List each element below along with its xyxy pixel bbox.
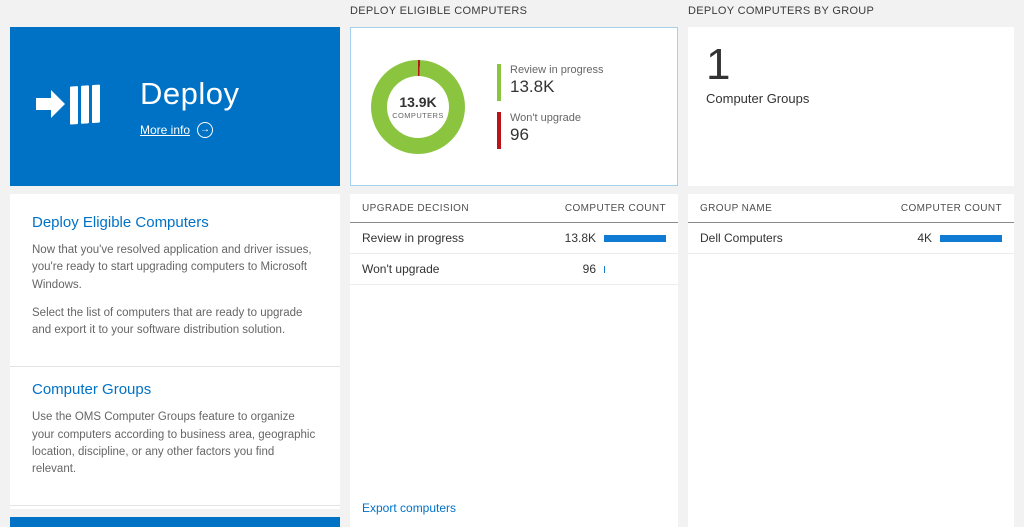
column-header-computer-count: COMPUTER COUNT xyxy=(565,203,666,214)
upgrade-decision-table-panel: UPGRADE DECISION COMPUTER COUNT Review i… xyxy=(350,194,678,527)
legend-item-wont-upgrade: Won't upgrade 96 xyxy=(497,112,604,149)
legend-swatch-green xyxy=(497,64,501,101)
group-count-label: Computer Groups xyxy=(706,91,996,106)
table-row[interactable]: Review in progress 13.8K xyxy=(350,223,678,254)
left-column-header-spacer xyxy=(10,0,340,27)
donut-chart: 13.9K COMPUTERS xyxy=(371,60,465,154)
section-paragraph: Select the list of computers that are re… xyxy=(32,305,318,340)
deploy-overview-column: Deploy More info → Deploy Eligible Compu… xyxy=(10,0,340,527)
column-header-upgrade-decision: UPGRADE DECISION xyxy=(362,203,565,214)
deploy-description-panel: Deploy Eligible Computers Now that you'v… xyxy=(10,194,340,509)
deploy-tile: Deploy More info → xyxy=(10,27,340,186)
more-info-link[interactable]: More info → xyxy=(140,122,240,138)
section-heading: Computer Groups xyxy=(32,381,318,398)
section-computer-groups: Computer Groups Use the OMS Computer Gro… xyxy=(10,367,340,505)
row-label: Dell Computers xyxy=(700,231,917,245)
donut-legend: Review in progress 13.8K Won't upgrade 9… xyxy=(497,64,604,149)
table-row[interactable]: Dell Computers 4K xyxy=(688,223,1014,254)
section-paragraph: Use the OMS Computer Groups feature to o… xyxy=(32,409,318,478)
legend-value: 13.8K xyxy=(510,77,604,97)
row-value: 4K xyxy=(917,231,932,245)
column-header-computer-count: COMPUTER COUNT xyxy=(901,203,1002,214)
deploy-eligible-column: DEPLOY ELIGIBLE COMPUTERS 13.9K COMPUTER… xyxy=(350,0,678,527)
middle-column-header: DEPLOY ELIGIBLE COMPUTERS xyxy=(350,0,678,27)
donut-center-label: COMPUTERS xyxy=(392,111,444,120)
arrow-right-circle-icon: → xyxy=(197,122,213,138)
table-row[interactable]: Won't upgrade 96 xyxy=(350,254,678,285)
section-heading: Deploy Eligible Computers xyxy=(32,214,318,231)
row-value: 96 xyxy=(583,262,596,276)
eligible-computers-card[interactable]: 13.9K COMPUTERS Review in progress 13.8K… xyxy=(350,27,678,186)
legend-value: 96 xyxy=(510,125,581,145)
row-bar-track xyxy=(940,235,1002,242)
computers-by-group-column: DEPLOY COMPUTERS BY GROUP 1 Computer Gro… xyxy=(688,0,1014,527)
section-paragraph: Now that you've resolved application and… xyxy=(32,242,318,294)
dashboard: Deploy More info → Deploy Eligible Compu… xyxy=(0,0,1024,527)
row-bar-track xyxy=(604,266,666,273)
bottom-accent-strip xyxy=(10,517,340,527)
deploy-tile-text: Deploy More info → xyxy=(140,76,240,138)
donut-center: 13.9K COMPUTERS xyxy=(387,76,449,138)
section-deploy-eligible: Deploy Eligible Computers Now that you'v… xyxy=(10,200,340,366)
table-header-row: UPGRADE DECISION COMPUTER COUNT xyxy=(350,194,678,223)
table-header-row: GROUP NAME COMPUTER COUNT xyxy=(688,194,1014,223)
export-computers-link[interactable]: Export computers xyxy=(350,491,678,527)
row-bar-track xyxy=(604,235,666,242)
row-bar xyxy=(940,235,1002,242)
group-table-panel: GROUP NAME COMPUTER COUNT Dell Computers… xyxy=(688,194,1014,527)
row-label: Review in progress xyxy=(362,231,565,245)
legend-label: Review in progress xyxy=(510,64,604,76)
donut-center-value: 13.9K xyxy=(399,94,436,110)
row-bar xyxy=(604,266,605,273)
deploy-title: Deploy xyxy=(140,76,240,112)
section-divider xyxy=(10,505,340,506)
legend-label: Won't upgrade xyxy=(510,112,581,124)
row-bar xyxy=(604,235,666,242)
deploy-icon xyxy=(36,76,102,137)
legend-swatch-red xyxy=(497,112,501,149)
computer-groups-card[interactable]: 1 Computer Groups xyxy=(688,27,1014,186)
column-header-group-name: GROUP NAME xyxy=(700,203,901,214)
right-column-header: DEPLOY COMPUTERS BY GROUP xyxy=(688,0,1014,27)
legend-item-review: Review in progress 13.8K xyxy=(497,64,604,101)
group-count-value: 1 xyxy=(706,41,996,89)
row-value: 13.8K xyxy=(565,231,596,245)
row-label: Won't upgrade xyxy=(362,262,583,276)
more-info-label: More info xyxy=(140,123,190,137)
